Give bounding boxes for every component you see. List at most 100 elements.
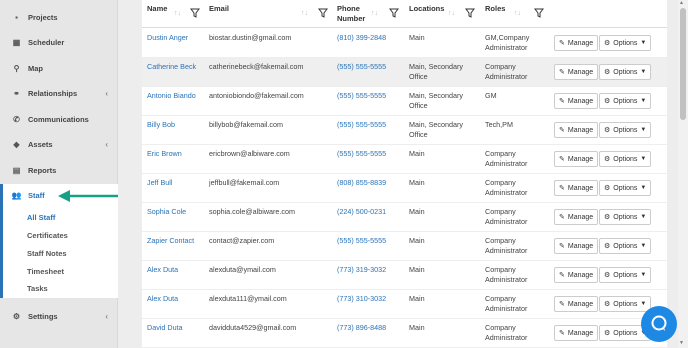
sort-icon[interactable]: ↑↓ (514, 10, 521, 17)
sidebar-item-scheduler[interactable]: ▦ Scheduler (0, 31, 118, 53)
users-icon: 👥 (11, 190, 22, 200)
col-header-roles[interactable]: Roles (485, 4, 505, 14)
staff-phone-link[interactable]: (773) 319-3032 (337, 265, 386, 275)
filter-icon[interactable] (190, 8, 200, 18)
col-header-email[interactable]: Email (209, 4, 229, 14)
manage-button[interactable]: ✎ Manage (554, 35, 599, 51)
submenu-item-timesheet[interactable]: Timesheet (27, 267, 64, 276)
caret-down-icon: ▼ (640, 127, 647, 133)
pencil-icon: ✎ (559, 243, 565, 250)
manage-button[interactable]: ✎ Manage (554, 122, 599, 138)
manage-button[interactable]: ✎ Manage (554, 93, 599, 109)
manage-button[interactable]: ✎ Manage (554, 209, 599, 225)
staff-phone-link[interactable]: (555) 555-5555 (337, 120, 386, 130)
staff-phone-link[interactable]: (555) 555-5555 (337, 91, 386, 101)
filter-icon[interactable] (389, 8, 399, 18)
table-row: Jeff Bull jeffbull@fakemail.com (808) 855-… (142, 174, 667, 203)
chevron-left-icon: ‹ (105, 311, 108, 321)
staff-phone-link[interactable]: (773) 310-3032 (337, 294, 386, 304)
options-dropdown-button[interactable]: ⚙Options▼ (599, 180, 652, 196)
staff-email: billybob@fakemail.com (209, 120, 284, 129)
staff-locations: Main (409, 33, 425, 42)
filter-icon[interactable] (318, 8, 328, 18)
staff-name-link[interactable]: Eric Brown (147, 149, 182, 159)
staff-phone-link[interactable]: (555) 555-5555 (337, 62, 386, 72)
sort-icon[interactable]: ↑↓ (448, 10, 455, 17)
staff-phone-link[interactable]: (808) 855-8839 (337, 178, 386, 188)
options-dropdown-button[interactable]: ⚙Options▼ (599, 93, 652, 109)
submenu-item-certificates[interactable]: Certificates (27, 231, 68, 240)
staff-roles: Company Administrator (485, 149, 528, 168)
staff-name-link[interactable]: Zapier Contact (147, 236, 194, 246)
staff-phone-link[interactable]: (773) 896-8488 (337, 323, 386, 333)
options-dropdown-button[interactable]: ⚙Options▼ (599, 296, 652, 312)
staff-roles: Company Administrator (485, 294, 528, 313)
staff-locations: Main (409, 149, 425, 158)
sort-icon[interactable]: ↑↓ (174, 10, 181, 17)
staff-name-link[interactable]: Alex Duta (147, 294, 178, 304)
pencil-icon: ✎ (559, 214, 565, 221)
staff-email: catherinebeck@fakemail.com (209, 62, 304, 71)
options-dropdown-button[interactable]: ⚙Options▼ (599, 122, 652, 138)
options-dropdown-button[interactable]: ⚙Options▼ (599, 209, 652, 225)
staff-name-link[interactable]: Billy Bob (147, 120, 175, 130)
col-header-locations[interactable]: Locations (409, 4, 444, 14)
sidebar-item-settings[interactable]: ⚙ Settings ‹ (0, 305, 118, 327)
options-dropdown-button[interactable]: ⚙Options▼ (599, 35, 652, 51)
chevron-left-icon: ‹ (105, 139, 108, 149)
staff-phone-link[interactable]: (810) 399-2848 (337, 33, 386, 43)
chat-icon (651, 315, 667, 331)
sidebar-item-projects[interactable]: ▪ Projects (0, 6, 118, 28)
col-header-phone[interactable]: Phone Number (337, 4, 365, 24)
sidebar-item-map[interactable]: ⚲ Map (0, 57, 118, 79)
staff-phone-link[interactable]: (555) 555-5555 (337, 236, 386, 246)
sort-icon[interactable]: ↑↓ (371, 10, 378, 17)
filter-icon[interactable] (534, 8, 544, 18)
options-dropdown-button[interactable]: ⚙Options▼ (599, 64, 652, 80)
manage-button[interactable]: ✎ Manage (554, 151, 599, 167)
staff-name-link[interactable]: Sophia Cole (147, 207, 186, 217)
manage-button[interactable]: ✎ Manage (554, 64, 599, 80)
staff-name-link[interactable]: Dustin Anger (147, 33, 188, 43)
options-dropdown-button[interactable]: ⚙Options▼ (599, 267, 652, 283)
manage-button[interactable]: ✎ Manage (554, 238, 599, 254)
manage-button[interactable]: ✎ Manage (554, 296, 599, 312)
scroll-down-icon[interactable]: ▼ (679, 340, 684, 346)
staff-name-link[interactable]: Jeff Bull (147, 178, 172, 188)
sort-icon[interactable]: ↑↓ (301, 10, 308, 17)
staff-email: alexduta111@ymail.com (209, 294, 287, 303)
report-icon: ▤ (12, 165, 21, 175)
staff-phone-link[interactable]: (555) 555-5555 (337, 149, 386, 159)
options-dropdown-button[interactable]: ⚙Options▼ (599, 151, 652, 167)
table-header: Name ↑↓ Email ↑↓ Phone Number ↑↓ Location… (142, 0, 667, 28)
manage-button[interactable]: ✎ Manage (554, 325, 599, 341)
sidebar-item-communications[interactable]: ✆ Communications (0, 108, 118, 130)
staff-email: contact@zapier.com (209, 236, 275, 245)
submenu-item-tasks[interactable]: Tasks (27, 284, 48, 293)
staff-name-link[interactable]: Alex Duta (147, 265, 178, 275)
sidebar-item-assets[interactable]: ◆ Assets ‹ (0, 133, 118, 155)
sidebar-item-reports[interactable]: ▤ Reports (0, 159, 118, 181)
col-header-name[interactable]: Name (147, 4, 167, 14)
filter-icon[interactable] (465, 8, 475, 18)
scroll-up-icon[interactable]: ▲ (679, 0, 684, 6)
manage-button[interactable]: ✎ Manage (554, 267, 599, 283)
staff-roles: GM,Company Administrator (485, 33, 530, 52)
staff-name-link[interactable]: Antonio Biando (147, 91, 196, 101)
table-row: Antonio Biando antoniobiondo@fakemail.com… (142, 87, 667, 116)
submenu-item-all-staff[interactable]: All Staff (27, 213, 55, 222)
caret-down-icon: ▼ (640, 243, 647, 249)
sidebar-item-relationships[interactable]: ⚭ Relationships ‹ (0, 82, 118, 104)
staff-phone-link[interactable]: (224) 500-0231 (337, 207, 386, 217)
options-dropdown-button[interactable]: ⚙Options▼ (599, 238, 652, 254)
scrollbar-thumb[interactable] (680, 8, 686, 120)
sidebar-item-label: Scheduler (28, 37, 65, 47)
staff-name-link[interactable]: Catherine Beck (147, 62, 196, 72)
staff-email: jeffbull@fakemail.com (209, 178, 280, 187)
chat-widget-button[interactable] (641, 306, 677, 342)
manage-button[interactable]: ✎ Manage (554, 180, 599, 196)
submenu-item-staff-notes[interactable]: Staff Notes (27, 249, 67, 258)
staff-locations: Main (409, 294, 425, 303)
staff-locations: Main (409, 265, 425, 274)
staff-name-link[interactable]: David Duta (147, 323, 183, 333)
